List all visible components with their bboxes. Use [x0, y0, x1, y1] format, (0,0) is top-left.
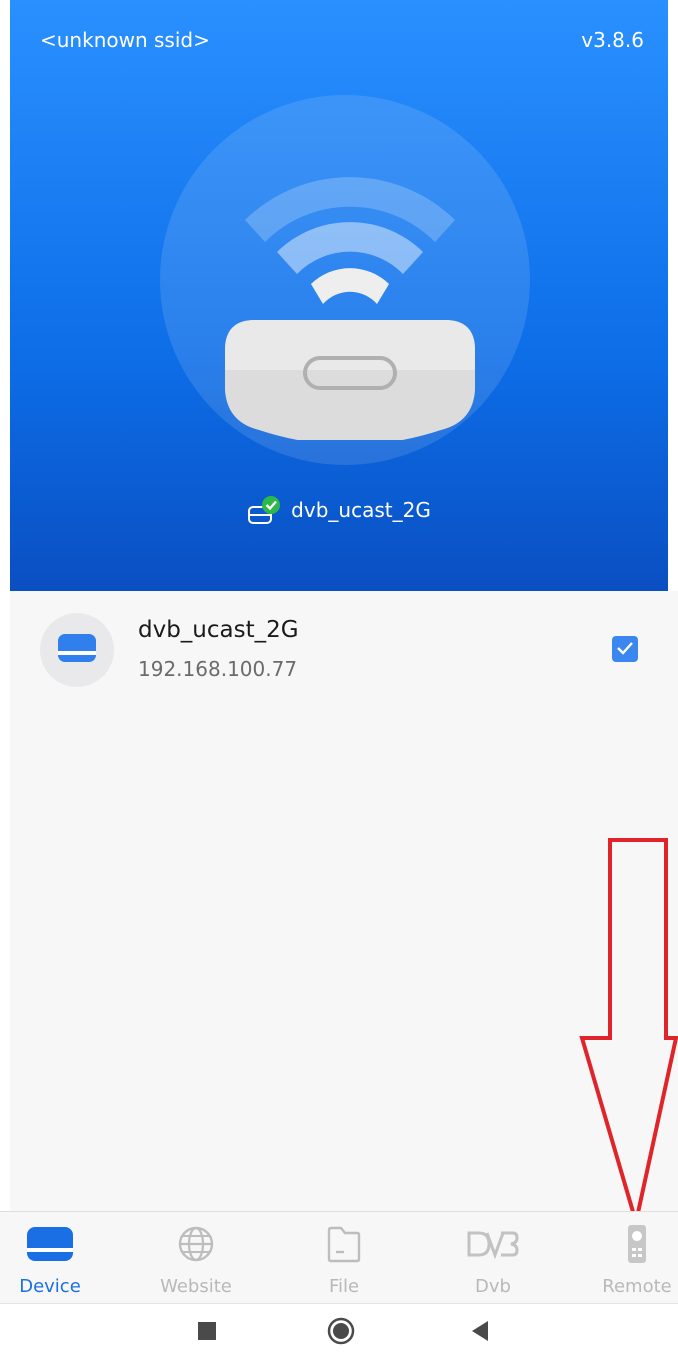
red-arrow-annotation — [579, 838, 678, 1223]
dvb-icon — [467, 1229, 519, 1263]
check-icon — [616, 640, 634, 659]
connected-device-icon — [247, 495, 283, 525]
device-list-item[interactable]: dvb_ucast_2G 192.168.100.77 — [40, 613, 660, 687]
version-label: v3.8.6 — [581, 28, 644, 52]
tab-label: Device — [19, 1276, 81, 1297]
bottom-tab-bar: Device Website File Dvb Remote — [0, 1211, 678, 1304]
tab-label: Dvb — [475, 1276, 511, 1297]
system-nav-bar — [0, 1304, 678, 1359]
tab-device[interactable]: Device — [0, 1226, 100, 1304]
tab-label: Remote — [602, 1276, 672, 1297]
circle-icon — [327, 1317, 355, 1345]
device-avatar — [40, 613, 114, 687]
connected-device-row: dvb_ucast_2G — [10, 490, 668, 530]
tab-label: Website — [160, 1276, 232, 1297]
recent-apps-button[interactable] — [197, 1321, 217, 1345]
remote-icon — [627, 1224, 647, 1268]
home-button[interactable] — [327, 1317, 355, 1349]
tab-website[interactable]: Website — [146, 1226, 246, 1304]
device-select-checkbox[interactable] — [612, 636, 638, 662]
globe-icon — [177, 1225, 215, 1267]
back-button[interactable] — [470, 1320, 490, 1346]
ssid-label: <unknown ssid> — [40, 28, 210, 52]
tab-dvb[interactable]: Dvb — [443, 1226, 543, 1304]
tab-file[interactable]: File — [294, 1226, 394, 1304]
folder-icon — [327, 1225, 361, 1267]
connected-device-name: dvb_ucast_2G — [291, 498, 431, 522]
device-name: dvb_ucast_2G — [138, 617, 299, 643]
device-ip: 192.168.100.77 — [138, 657, 298, 681]
tab-remote[interactable]: Remote — [587, 1224, 678, 1304]
connection-header: <unknown ssid> v3.8.6 dvb_ucast_2G — [10, 0, 668, 591]
square-icon — [198, 1322, 216, 1340]
device-icon — [58, 634, 96, 666]
tab-label: File — [328, 1276, 360, 1297]
back-triangle-icon — [472, 1321, 488, 1341]
wifi-device-illustration — [225, 177, 475, 440]
device-icon — [27, 1227, 73, 1265]
